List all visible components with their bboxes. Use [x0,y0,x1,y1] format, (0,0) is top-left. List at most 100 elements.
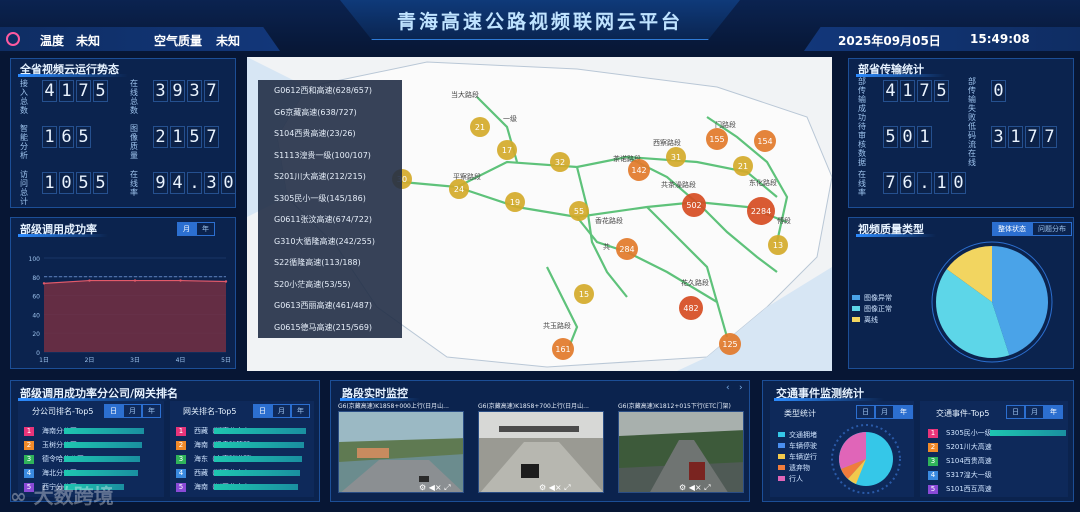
tab-day[interactable]: 日 [1006,405,1025,419]
cluster-count: 125 [722,340,737,349]
rank-number: 5 [176,482,186,492]
svg-text:⚙ ◀× ⤢: ⚙ ◀× ⤢ [679,483,711,492]
tab-day[interactable]: 日 [104,404,123,418]
video-card[interactable]: G6(京藏高速)K1812+015下行(ETC门架) ⚙ ◀× ⤢ [618,401,744,494]
legend-item: 遗弃物 [778,462,817,473]
road-item[interactable]: S305民小一级(145/186) [258,188,402,210]
place-label: 共茶澡路段 [661,180,696,189]
stat-label: 部传输成功 [858,77,866,122]
road-item[interactable]: S1113湟贵一级(100/107) [258,145,402,167]
tab-month[interactable]: 月 [875,405,894,419]
tab-year[interactable]: 年 [291,404,310,418]
road-item[interactable]: G0612西和高速(628/657) [258,80,402,102]
rank-row: 2 S201川大高速 [928,441,1066,453]
tab-month[interactable]: 月 [272,404,291,418]
legend-swatch [852,317,860,322]
digit: 5 [76,172,91,194]
road-item[interactable]: G0615德马高速(215/569) [258,317,402,339]
digit: 0 [221,172,236,194]
digit: 3 [187,80,202,102]
y-tick-label: 0 [36,350,40,357]
air-label: 空气质量 [154,34,203,48]
digit: 7 [883,172,898,194]
y-tick-label: 20 [32,331,40,338]
road-item[interactable]: S20小茫高速(53/55) [258,274,402,296]
rank-row: 3 S104西贵高速 [928,455,1066,467]
video-frame[interactable]: ⚙ ◀× ⤢ [478,411,604,493]
digit: 1 [900,80,915,102]
digit: 7 [1025,126,1040,148]
legend-label: 行人 [789,474,803,483]
rank-bar [64,456,140,462]
tab-problem-distribution[interactable]: 问题分布 [1032,222,1072,236]
cluster-count: 155 [709,135,724,144]
rank-bar [214,484,298,490]
road-item[interactable]: S104西贵高速(23/26) [258,123,402,145]
tab-year[interactable]: 年 [894,405,913,419]
legend-label: 车辆停驶 [789,441,817,450]
data-point [88,279,91,282]
stat-digits: 1 0 5 5 [42,172,108,194]
palette-icon[interactable] [6,32,20,46]
video-quality-tabs: 整体状态 问题分布 [992,222,1072,236]
place-label: 共 [603,242,610,251]
tab-month[interactable]: 月 [1025,405,1044,419]
legend-swatch [778,476,785,481]
stat-tile: 接入总数 [18,79,30,115]
tab-month[interactable]: 月 [177,222,196,236]
title-underline [18,234,108,237]
cluster-count: 21 [475,123,485,132]
tab-day[interactable]: 日 [856,405,875,419]
tab-year[interactable]: 年 [196,222,215,236]
road-item[interactable]: G6京藏高速(638/727) [258,102,402,124]
rank-bar [64,428,144,434]
digit: 3 [153,80,168,102]
road-item[interactable]: S201川大高速(212/215) [258,166,402,188]
cluster-count: 502 [686,201,701,210]
event-top-tabs: 日 月 年 [1006,405,1063,419]
video-frame[interactable]: ⚙ ◀× ⤢ [618,411,744,493]
rank-row: 1 西藏（湖察分中心1） [176,425,306,437]
video-frame[interactable]: ⚙ ◀× ⤢ [338,411,464,493]
digit: 4 [42,80,57,102]
tab-month[interactable]: 月 [123,404,142,418]
digit: 7 [76,80,91,102]
legend-swatch [778,454,785,459]
digit: 9 [170,80,185,102]
road-item[interactable]: G310大循隆高速(242/255) [258,231,402,253]
tab-year[interactable]: 年 [142,404,161,418]
stat-label: 访问总计 [20,170,28,206]
digit: 1 [59,80,74,102]
time-text: 15:49:08 [970,32,1030,46]
stat-label: 接入总数 [20,79,28,115]
rank-row: 2 海南（温泉隧管所2） [176,439,306,451]
digit: 5 [187,126,202,148]
cluster-count: 2284 [751,207,771,216]
air-value: 未知 [216,34,241,48]
rank-bar [214,442,304,448]
road-item[interactable]: S22循隆高速(113/188) [258,252,402,274]
legend-label: 图像正常 [864,304,892,313]
legend-swatch [852,295,860,300]
tab-overall-status[interactable]: 整体状态 [992,222,1032,236]
tab-year[interactable]: 年 [1044,405,1063,419]
digit: . [917,172,932,194]
road-item[interactable]: G0611张汶高速(674/722) [258,209,402,231]
prev-page-icon[interactable]: ‹ [726,383,730,393]
rank-row: 4 S317湟大一级 [928,469,1066,481]
legend-item: 离线 [852,314,892,325]
cluster-count: 24 [454,185,464,194]
road-item[interactable]: G0613西丽高速(461/487) [258,295,402,317]
legend-label: 交通拥堵 [789,430,817,439]
watermark-text: 大数跨境 [33,484,114,508]
legend-swatch [778,432,785,437]
video-card[interactable]: G6(京藏高速)K1858+000上行(日月山... ⚙ ◀× ⤢ [338,401,464,494]
digit: 1 [42,172,57,194]
video-card[interactable]: G6(京藏高速)K1858+700上行(日月山... ⚙ ◀× ⤢ [478,401,604,494]
cluster-count: 15 [579,290,589,299]
data-point [42,282,46,285]
stat-digits: 2 1 5 7 [153,126,219,148]
next-page-icon[interactable]: › [739,383,743,393]
stat-digits: 9 4 . 3 0 [153,172,236,194]
tab-day[interactable]: 日 [253,404,272,418]
